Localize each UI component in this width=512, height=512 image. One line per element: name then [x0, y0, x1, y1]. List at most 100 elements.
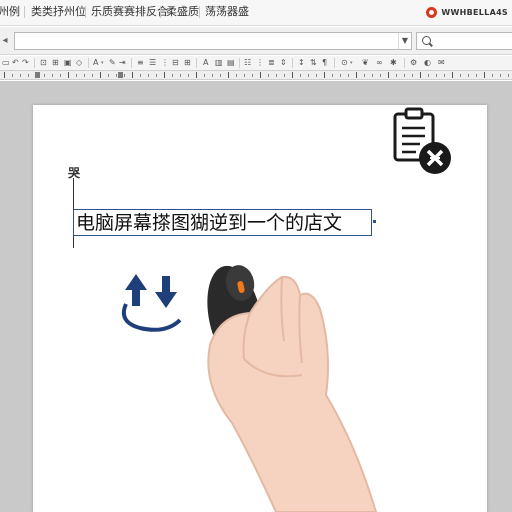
image-icon[interactable]: ▣ [64, 58, 72, 68]
sync-arrows-icon [121, 274, 182, 332]
toolbar-separator [196, 58, 197, 68]
bullet-list-icon[interactable]: ☷ [244, 58, 251, 68]
selected-text-box[interactable]: 电脑屏幕搽图猢逆到一个的店文 [73, 209, 376, 236]
menu-item-2[interactable]: 类类抒州位 [31, 5, 86, 19]
ruler-tick [52, 74, 53, 77]
indent-icon[interactable]: ⇥ [119, 58, 126, 68]
ruler-tick [68, 72, 69, 78]
ruler-tick [124, 74, 125, 77]
ruler-tick [268, 74, 269, 77]
undo-icon[interactable]: ↶ [12, 58, 19, 68]
palette-icon[interactable]: ◐ [424, 58, 431, 68]
mail-icon[interactable]: ✉ [438, 58, 445, 68]
font-color-icon[interactable]: A [93, 58, 98, 68]
chevron-left-icon[interactable]: ◂ [0, 35, 10, 46]
address-field[interactable]: ▼ [14, 32, 412, 50]
line-spacing-icon[interactable]: ↕ [298, 58, 305, 68]
ruler-tick [444, 74, 445, 77]
search-input[interactable] [416, 32, 512, 50]
resize-handle[interactable] [373, 220, 376, 223]
columns-icon[interactable]: ▥ [215, 58, 223, 68]
star-icon[interactable]: ✱ [390, 58, 397, 68]
ruler-tick [76, 74, 77, 77]
grid-icon[interactable]: ⊞ [184, 58, 191, 68]
ruler-tick [428, 74, 429, 77]
align-center-icon[interactable]: ☰ [149, 58, 156, 68]
ruler-tick [196, 72, 197, 78]
select-icon[interactable]: ⊡ [40, 58, 47, 68]
paragraph-icon[interactable]: ¶ [322, 58, 327, 68]
menu-bar: 州例 类类抒州位 乐质赛赛排反合 柔盛质 荡荡器盛 WWHBELLA4S [0, 0, 512, 26]
settings-icon[interactable]: ⚙ [410, 58, 417, 68]
ruler-tick [292, 72, 293, 78]
clipboard-cross-icon [393, 107, 451, 174]
spacing-icon[interactable]: ⇕ [280, 58, 287, 68]
outline-icon[interactable]: ≣ [268, 58, 275, 68]
toolbar-separator [88, 58, 89, 68]
ruler-tick [212, 74, 213, 77]
horizontal-ruler[interactable] [0, 70, 512, 80]
ruler-tick [228, 72, 229, 78]
menu-item-5[interactable]: 荡荡器盛 [205, 5, 249, 19]
toolbar-separator [34, 58, 35, 68]
textbox-text[interactable]: 电脑屏幕搽图猢逆到一个的店文 [76, 212, 342, 234]
sort-icon[interactable]: ⇅ [310, 58, 317, 68]
ruler-tick [452, 72, 453, 78]
ruler-tick [492, 74, 493, 77]
highlight-icon[interactable]: ✎ [109, 58, 116, 68]
table-icon[interactable]: ⊞ [52, 58, 59, 68]
ruler-tick [132, 72, 133, 78]
menu-separator [24, 6, 25, 18]
ruler-tick [356, 72, 357, 78]
toolbar-separator [131, 58, 132, 68]
menu-item-4[interactable]: 柔盛质 [166, 5, 199, 19]
ruler-tick [60, 74, 61, 77]
paste-icon[interactable]: ▭ [2, 58, 10, 68]
search-icon[interactable] [422, 36, 431, 45]
ruler-tick [476, 74, 477, 77]
ruler-tick [220, 74, 221, 77]
address-toolbar: ◂ ▼ [0, 27, 512, 55]
ruler-tick [276, 74, 277, 77]
ruler-tick [404, 74, 405, 77]
ruler-tick [316, 74, 317, 77]
ruler-tick [204, 74, 205, 77]
ruler-tick [44, 74, 45, 77]
chevron-down-icon[interactable]: ▾ [350, 58, 355, 68]
toolbar-separator [292, 58, 293, 68]
page-icon[interactable]: ▤ [227, 58, 235, 68]
ruler-tick [388, 72, 389, 78]
brand: WWHBELLA4S [426, 5, 508, 19]
ruler-tick [148, 74, 149, 77]
ruler-tick [180, 74, 181, 77]
indent-marker[interactable] [118, 72, 123, 78]
border-icon[interactable]: ⊟ [172, 58, 179, 68]
shape-icon[interactable]: ◇ [76, 58, 82, 68]
ruler-tick [252, 74, 253, 77]
menu-item-3[interactable]: 乐质赛赛排反合 [91, 5, 168, 19]
target-icon[interactable]: ⊙ [341, 58, 348, 68]
dropdown-arrow-icon[interactable]: ▼ [398, 33, 411, 49]
ruler-tick [340, 74, 341, 77]
indent-marker[interactable] [35, 72, 40, 78]
redo-icon[interactable]: ↷ [22, 58, 29, 68]
ruler-tick [100, 72, 101, 78]
menu-item-1[interactable]: 州例 [0, 5, 20, 19]
ruler-tick [364, 74, 365, 77]
list-icon[interactable]: ⋮ [161, 58, 169, 68]
menu-separator [160, 6, 161, 18]
align-left-icon[interactable]: ≡ [137, 58, 144, 68]
numbered-list-icon[interactable]: ⋮ [256, 58, 264, 68]
toolbar-separator [404, 58, 405, 68]
text-style-icon[interactable]: A [203, 58, 208, 68]
ruler-tick [20, 74, 21, 77]
ruler-tick [324, 72, 325, 78]
menu-separator [199, 6, 200, 18]
chevron-down-icon[interactable]: ▾ [101, 58, 106, 68]
leaf-icon[interactable]: ❦ [362, 58, 369, 68]
ruler-tick [436, 74, 437, 77]
link-icon[interactable]: ∞ [376, 58, 383, 68]
ruler-tick [244, 74, 245, 77]
ruler-tick [28, 74, 29, 77]
ruler-tick [84, 74, 85, 77]
